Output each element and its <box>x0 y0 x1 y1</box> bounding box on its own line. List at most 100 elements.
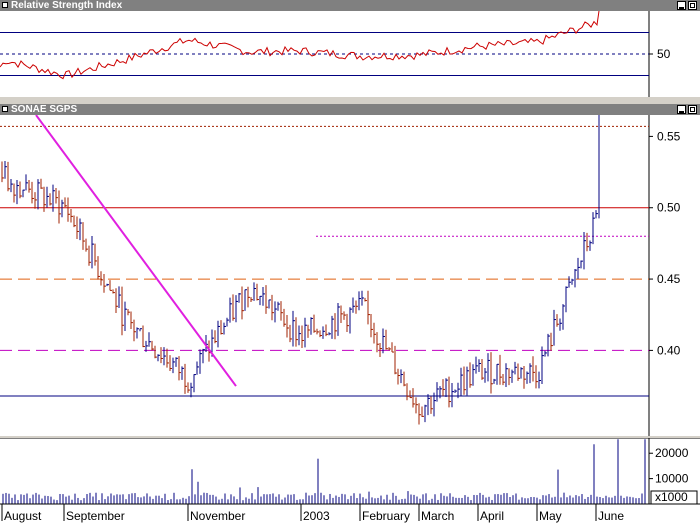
volume-bar <box>434 494 436 504</box>
volume-bar <box>215 496 217 504</box>
rsi-window-titlebar[interactable]: Relative Strength Index <box>0 0 700 11</box>
volume-bar <box>521 497 523 504</box>
volume-bar <box>74 493 76 504</box>
volume-bar <box>407 491 409 504</box>
volume-bar <box>152 498 154 504</box>
volume-bar <box>41 498 43 504</box>
volume-bar <box>83 498 85 504</box>
volume-bar <box>314 493 316 504</box>
volume-bar <box>413 494 415 504</box>
volume-bar <box>263 494 265 504</box>
volume-bar <box>605 495 607 504</box>
volume-bar <box>452 496 454 504</box>
volume-bar <box>491 499 493 504</box>
volume-bar <box>431 498 433 504</box>
volume-chart: 20000 10000 x1000 August September November 20… <box>0 438 700 523</box>
volume-bar <box>338 496 340 504</box>
price-tick-label: 0.50 <box>657 201 681 215</box>
volume-bar <box>638 498 640 504</box>
volume-bar <box>473 494 475 504</box>
volume-bar <box>233 496 235 504</box>
volume-bar <box>20 494 22 504</box>
volume-bar <box>554 496 556 504</box>
x-axis-label: August <box>4 509 42 523</box>
volume-bar <box>53 499 55 504</box>
volume-bar <box>458 497 460 504</box>
volume-bar <box>392 492 394 504</box>
volume-bar <box>410 494 412 504</box>
volume-bar <box>86 494 88 504</box>
volume-bar <box>158 495 160 504</box>
volume-bar <box>191 469 193 504</box>
volume-bar <box>107 496 109 504</box>
volume-bar <box>428 500 430 504</box>
volume-bar <box>266 494 268 504</box>
volume-bar <box>134 493 136 504</box>
volume-bar <box>62 494 64 504</box>
volume-bar <box>26 493 28 504</box>
volume-bar <box>92 496 94 504</box>
volume-bar <box>29 498 31 504</box>
volume-bar <box>5 492 7 504</box>
maximize-icon[interactable] <box>688 105 697 114</box>
volume-bar <box>353 493 355 504</box>
volume-bar <box>479 492 481 504</box>
volume-panel: 20000 10000 x1000 August September November 20… <box>0 438 700 523</box>
volume-bar <box>137 497 139 504</box>
volume-bar <box>557 469 559 504</box>
volume-bar <box>251 493 253 504</box>
volume-bar <box>530 497 532 504</box>
volume-bar <box>77 497 79 504</box>
volume-bar <box>617 439 619 504</box>
minimize-icon[interactable] <box>677 105 686 114</box>
volume-bar <box>206 492 208 504</box>
volume-bar <box>599 497 601 504</box>
maximize-icon[interactable] <box>688 1 697 10</box>
volume-bar <box>395 495 397 504</box>
volume-bar <box>512 495 514 504</box>
volume-bar <box>578 496 580 504</box>
volume-bar <box>551 497 553 504</box>
x-axis-label: March <box>421 509 454 523</box>
volume-bar <box>611 497 613 504</box>
volume-bar <box>377 497 379 504</box>
volume-bar <box>68 495 70 504</box>
volume-bar <box>212 494 214 504</box>
volume-bar <box>200 495 202 504</box>
volume-bar <box>308 495 310 504</box>
volume-bar <box>155 495 157 504</box>
volume-bar <box>167 500 169 504</box>
volume-bar <box>635 498 637 504</box>
volume-bar <box>116 494 118 504</box>
price-window-titlebar[interactable]: SONAE SGPS <box>0 104 700 115</box>
volume-bar <box>272 493 274 504</box>
volume-bar <box>323 495 325 504</box>
window-menu-icon[interactable] <box>2 2 8 8</box>
volume-bar <box>506 493 508 504</box>
volume-bar <box>356 498 358 504</box>
volume-bar <box>224 493 226 504</box>
volume-bar <box>446 496 448 504</box>
volume-bar <box>380 495 382 504</box>
volume-bar <box>440 493 442 504</box>
volume-bar <box>128 494 130 504</box>
x-axis-label: February <box>362 509 410 523</box>
volume-bar <box>350 495 352 504</box>
window-menu-icon[interactable] <box>2 106 8 112</box>
minimize-icon[interactable] <box>677 1 686 10</box>
volume-bar <box>278 494 280 504</box>
volume-bar <box>209 494 211 504</box>
volume-bar <box>527 498 529 504</box>
volume-bar <box>533 497 535 504</box>
volume-bar <box>341 493 343 504</box>
volume-bar <box>464 495 466 504</box>
volume-bar <box>65 496 67 504</box>
volume-bar <box>563 492 565 504</box>
volume-bar <box>518 499 520 504</box>
price-panel: 0.55 0.50 0.45 0.40 <box>0 115 700 436</box>
volume-bar <box>302 499 304 504</box>
rsi-panel: 50 <box>0 11 700 97</box>
volume-bar <box>179 499 181 504</box>
volume-bar <box>149 496 151 504</box>
volume-bar <box>536 497 538 504</box>
